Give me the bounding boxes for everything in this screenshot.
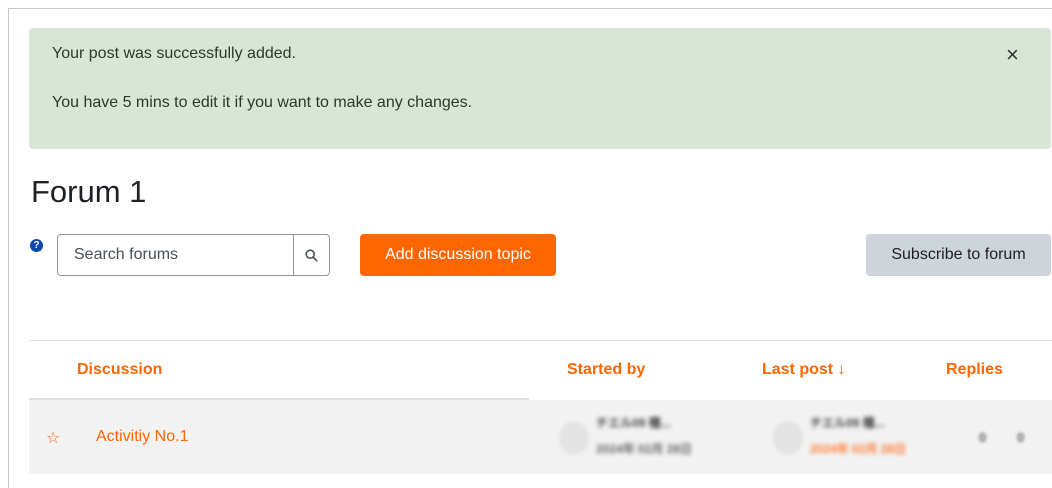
last-post-date[interactable]: 2024年 02月 28日 xyxy=(810,440,906,457)
success-alert: Your post was successfully added. You ha… xyxy=(29,28,1051,149)
search-button[interactable] xyxy=(293,235,329,275)
header-replies[interactable]: Replies xyxy=(946,361,1003,379)
add-discussion-button[interactable]: Add discussion topic xyxy=(360,234,556,276)
star-icon[interactable]: ☆ xyxy=(46,428,60,448)
avatar xyxy=(774,422,802,454)
replies-count: 0 xyxy=(979,430,987,445)
header-started-by[interactable]: Started by xyxy=(567,361,645,379)
table-row: ☆ Activitiy No.1 チエル09 種... 2024年 02月 28… xyxy=(29,400,1052,474)
alert-message: Your post was successfully added. xyxy=(52,45,296,62)
search-input[interactable] xyxy=(58,235,294,275)
unread-count: 0 xyxy=(1017,430,1025,445)
started-by-date: 2024年 02月 28日 xyxy=(596,442,693,456)
header-discussion[interactable]: Discussion xyxy=(77,361,162,379)
subscribe-button[interactable]: Subscribe to forum xyxy=(866,234,1051,276)
discussion-link[interactable]: Activitiy No.1 xyxy=(96,428,188,446)
last-post-cell: チエル09 種... 2024年 02月 28日 xyxy=(774,400,974,474)
started-by-cell: チエル09 種... 2024年 02月 28日 xyxy=(560,400,750,474)
last-post-name: チエル09 種... xyxy=(810,416,885,430)
search-icon xyxy=(305,248,318,262)
search-forums xyxy=(57,234,330,276)
page-title: Forum 1 xyxy=(31,174,147,209)
started-by-name: チエル09 種... xyxy=(596,416,671,430)
divider xyxy=(29,340,1052,341)
question-circle-icon[interactable]: ? xyxy=(30,239,43,252)
avatar xyxy=(560,422,588,454)
alert-detail: You have 5 mins to edit it if you want t… xyxy=(52,94,473,111)
close-icon[interactable]: × xyxy=(1006,42,1019,68)
header-last-post[interactable]: Last post ↓ xyxy=(762,361,846,379)
